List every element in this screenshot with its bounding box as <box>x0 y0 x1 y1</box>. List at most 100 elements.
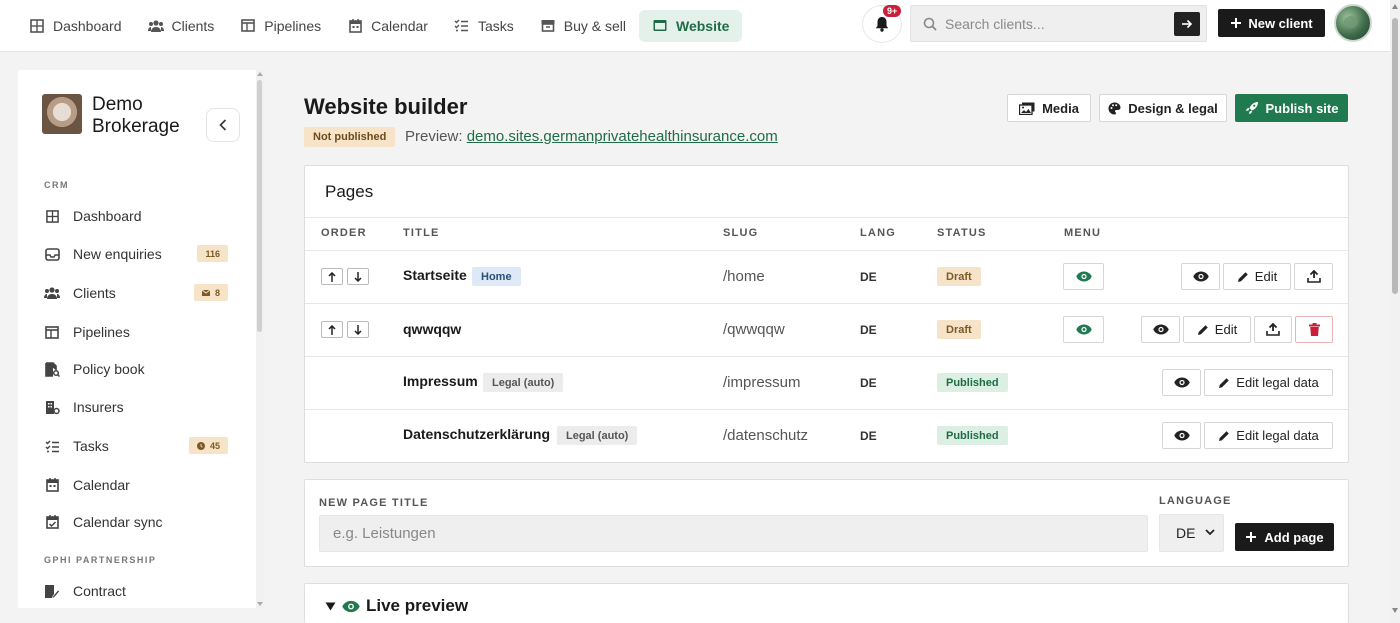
columns-icon <box>44 324 60 340</box>
sidebar-scroll-thumb[interactable] <box>257 80 262 332</box>
search-box <box>910 5 1207 42</box>
sidebar-item-calendar[interactable]: Calendar <box>44 471 230 499</box>
grid-icon <box>29 18 45 34</box>
new-page-title-input[interactable] <box>319 515 1148 552</box>
nav-pipelines[interactable]: Pipelines <box>227 10 334 42</box>
edit-page-button[interactable]: Edit <box>1183 316 1251 343</box>
nav-calendar[interactable]: Calendar <box>334 10 441 42</box>
new-page-card: NEW PAGE TITLE LANGUAGE DE Add page <box>304 479 1349 567</box>
sidebar-item-pipelines[interactable]: Pipelines <box>44 318 230 346</box>
menu-visibility-toggle[interactable] <box>1063 316 1104 343</box>
move-down-button[interactable] <box>347 268 369 285</box>
sidebar-item-tasks[interactable]: Tasks 45 <box>44 432 230 460</box>
view-page-button[interactable] <box>1181 263 1220 290</box>
nav-label: Pipelines <box>264 17 322 34</box>
collapse-sidebar-button[interactable] <box>206 108 240 142</box>
sidebar-scroll-up[interactable] <box>257 72 263 76</box>
nav-buy-sell[interactable]: Buy & sell <box>527 10 639 42</box>
sidebar: Demo Brokerage CRM Dashboard New enquiri… <box>18 70 264 608</box>
sidebar-scrollbar[interactable] <box>256 70 264 608</box>
nav-tasks[interactable]: Tasks <box>441 10 527 42</box>
users-icon <box>147 18 164 34</box>
column-header-order: ORDER <box>321 227 367 239</box>
sidebar-item-label: Insurers <box>73 399 124 415</box>
page-title-cell: Startseite <box>403 267 467 283</box>
media-button[interactable]: Media <box>1007 94 1091 122</box>
sidebar-item-new-enquiries[interactable]: New enquiries 116 <box>44 240 230 268</box>
nav-label: Tasks <box>477 17 514 34</box>
badge-count: 45 <box>209 440 220 451</box>
add-page-button[interactable]: Add page <box>1235 523 1334 551</box>
trash-icon <box>1308 323 1320 336</box>
calendar-icon <box>347 18 363 34</box>
status-badge: Published <box>937 426 1008 445</box>
new-client-button[interactable]: New client <box>1218 9 1325 37</box>
home-tag: Home <box>472 267 521 286</box>
new-page-title-label: NEW PAGE TITLE <box>319 497 429 509</box>
new-client-label: New client <box>1248 15 1313 31</box>
nav-label: Buy & sell <box>563 17 626 34</box>
section-label-gphi: GPHI PARTNERSHIP <box>44 555 157 565</box>
scroll-down-arrow[interactable] <box>1392 608 1398 613</box>
view-page-button[interactable] <box>1141 316 1180 343</box>
search-submit-button[interactable] <box>1174 12 1200 36</box>
preview-link[interactable]: demo.sites.germanprivatehealthinsurance.… <box>467 128 778 145</box>
nav-label: Website <box>676 17 730 34</box>
sidebar-item-insurers[interactable]: Insurers <box>44 393 230 421</box>
sidebar-item-contract[interactable]: Contract <box>44 577 230 605</box>
nav-clients[interactable]: Clients <box>135 10 228 42</box>
badge-count: 8 <box>214 287 220 298</box>
sidebar-item-label: Policy book <box>73 361 145 377</box>
sidebar-item-clients[interactable]: Clients 8 <box>44 279 230 307</box>
move-up-button[interactable] <box>321 321 343 338</box>
sidebar-scroll-down[interactable] <box>257 602 263 606</box>
edit-page-button[interactable]: Edit <box>1223 263 1291 290</box>
sidebar-item-dashboard[interactable]: Dashboard <box>44 202 230 230</box>
publish-site-button[interactable]: Publish site <box>1235 94 1348 122</box>
publish-page-button[interactable] <box>1254 316 1292 343</box>
calendar-check-icon <box>44 514 60 530</box>
scroll-up-arrow[interactable] <box>1392 4 1398 9</box>
live-preview-toggle[interactable]: Live preview <box>325 596 468 616</box>
menu-visibility-toggle[interactable] <box>1063 263 1104 290</box>
nav-dashboard[interactable]: Dashboard <box>16 10 135 42</box>
eye-icon <box>342 600 360 613</box>
add-page-label: Add page <box>1264 529 1324 545</box>
media-label: Media <box>1042 100 1079 116</box>
delete-page-button[interactable] <box>1295 316 1333 343</box>
arrow-right-icon <box>1181 19 1193 29</box>
scroll-thumb[interactable] <box>1392 18 1398 294</box>
pencil-icon <box>1197 324 1209 336</box>
notifications-button[interactable]: 9+ <box>862 5 902 43</box>
edit-legal-data-button[interactable]: Edit legal data <box>1204 369 1333 396</box>
bell-icon <box>875 16 889 32</box>
brand[interactable]: Demo Brokerage <box>42 94 180 138</box>
nav-website[interactable]: Website <box>639 9 743 42</box>
pencil-icon <box>1218 430 1230 442</box>
sidebar-item-label: Tasks <box>73 438 109 454</box>
user-avatar[interactable] <box>1334 4 1372 42</box>
lang-cell: DE <box>860 323 877 337</box>
publish-site-label: Publish site <box>1265 100 1339 116</box>
move-up-button[interactable] <box>321 268 343 285</box>
edit-legal-data-button[interactable]: Edit legal data <box>1204 422 1333 449</box>
page-scrollbar[interactable] <box>1390 0 1400 623</box>
sidebar-item-calendar-sync[interactable]: Calendar sync <box>44 508 230 536</box>
sidebar-item-label: Pipelines <box>73 324 130 340</box>
legal-tag: Legal (auto) <box>557 426 638 445</box>
brand-name: Demo Brokerage <box>92 94 180 138</box>
upload-icon <box>1306 270 1321 283</box>
move-down-button[interactable] <box>347 321 369 338</box>
language-select[interactable]: DE <box>1159 514 1224 552</box>
slug-cell: /qwwqqw <box>723 321 785 338</box>
design-legal-button[interactable]: Design & legal <box>1099 94 1227 122</box>
sidebar-item-policy-book[interactable]: Policy book <box>44 355 230 383</box>
slug-cell: /home <box>723 268 765 285</box>
file-signature-icon <box>44 583 60 599</box>
divider <box>305 217 1348 218</box>
publish-page-button[interactable] <box>1294 263 1333 290</box>
view-page-button[interactable] <box>1162 422 1201 449</box>
view-page-button[interactable] <box>1162 369 1201 396</box>
images-icon <box>1019 102 1035 115</box>
search-input[interactable] <box>945 15 1170 32</box>
